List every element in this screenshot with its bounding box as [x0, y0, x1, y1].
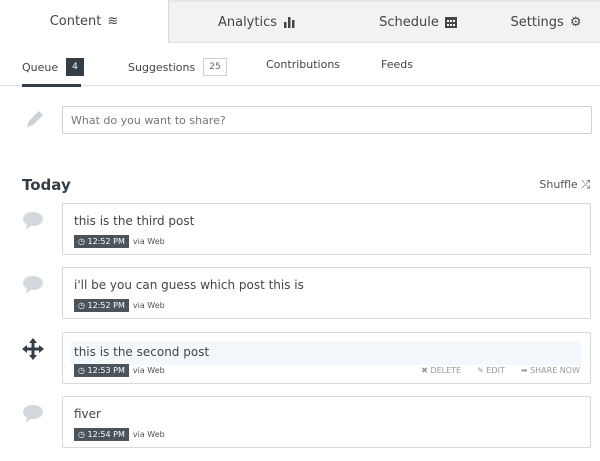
pencil-icon — [27, 111, 43, 127]
time-badge: ◷ 12:52 PM — [74, 299, 129, 312]
subtab-label: Contributions — [266, 58, 341, 71]
post-via: via Web — [132, 366, 165, 375]
post-text: i'll be you can guess which post this is — [74, 278, 304, 292]
close-icon: ✖ — [421, 366, 428, 375]
tab-label: Settings — [510, 14, 564, 30]
post-text: this is the third post — [74, 214, 195, 228]
calendar-icon — [444, 17, 457, 28]
subtab-queue[interactable]: Queue 4 — [22, 58, 84, 76]
tab-analytics[interactable]: Analytics — [168, 0, 344, 43]
pencil-icon: ✎ — [477, 366, 484, 375]
post-card[interactable]: this is the third post ◷ 12:52 PM via Web — [62, 203, 591, 255]
shuffle-icon: ⤮ — [581, 178, 590, 191]
comment-icon — [23, 405, 43, 423]
suggestions-count-badge: 25 — [203, 58, 227, 76]
subtab-label: Feeds — [381, 58, 413, 71]
post-time: 12:52 PM — [87, 301, 125, 310]
post-via: via Web — [132, 237, 165, 246]
tab-label: Schedule — [379, 14, 439, 30]
post-text: this is the second post — [71, 341, 582, 365]
post-via: via Web — [132, 301, 165, 310]
bar-chart-icon — [284, 17, 295, 28]
post-time: 12:54 PM — [87, 430, 125, 439]
edit-label: EDIT — [486, 366, 505, 375]
delete-label: DELETE — [430, 366, 462, 375]
post-card[interactable]: fiver ◷ 12:54 PM via Web — [62, 396, 591, 448]
main-tabs: Content ≋ Analytics Schedule Settings ⚙ — [0, 0, 600, 43]
sub-tabs: Queue 4 Suggestions 25 Contributions Feeds — [0, 43, 600, 87]
subtab-label: Suggestions — [128, 60, 196, 74]
subtab-contributions[interactable]: Contributions — [266, 58, 340, 71]
delete-button[interactable]: ✖ DELETE — [421, 366, 461, 375]
layers-icon: ≋ — [107, 14, 119, 29]
post-time: 12:53 PM — [87, 366, 125, 375]
active-tab-indicator — [22, 84, 81, 87]
time-badge: ◷ 12:54 PM — [74, 428, 129, 441]
tab-content[interactable]: Content ≋ — [0, 0, 168, 43]
share-now-button[interactable]: ➡ SHARE NOW — [521, 366, 580, 375]
tab-settings[interactable]: Settings ⚙ — [492, 0, 600, 43]
move-icon[interactable] — [22, 338, 44, 360]
share-label: SHARE NOW — [530, 366, 580, 375]
post-via: via Web — [132, 430, 165, 439]
time-badge: ◷ 12:52 PM — [74, 235, 129, 248]
queue-count-badge: 4 — [66, 58, 84, 76]
subtab-suggestions[interactable]: Suggestions 25 — [128, 58, 227, 76]
gear-icon: ⚙ — [569, 14, 582, 30]
composer-input[interactable] — [62, 106, 592, 134]
shuffle-button[interactable]: Shuffle ⤮ — [539, 178, 590, 192]
shuffle-label: Shuffle — [539, 178, 578, 191]
post-card[interactable]: this is the second post ◷ 12:53 PM via We… — [62, 332, 591, 384]
subtab-feeds[interactable]: Feeds — [381, 58, 413, 71]
subtab-label: Queue — [22, 60, 59, 74]
arrow-right-icon: ➡ — [520, 366, 528, 375]
edit-button[interactable]: ✎ EDIT — [477, 366, 505, 375]
section-title: Today — [22, 176, 71, 194]
time-badge: ◷ 12:53 PM — [74, 364, 129, 377]
comment-icon — [23, 212, 43, 230]
post-text: fiver — [74, 407, 101, 421]
post-card[interactable]: i'll be you can guess which post this is… — [62, 267, 591, 319]
post-time: 12:52 PM — [87, 237, 125, 246]
tab-label: Content — [49, 14, 102, 29]
tab-label: Analytics — [217, 14, 278, 30]
tab-schedule[interactable]: Schedule — [344, 0, 492, 43]
comment-icon — [23, 276, 43, 294]
